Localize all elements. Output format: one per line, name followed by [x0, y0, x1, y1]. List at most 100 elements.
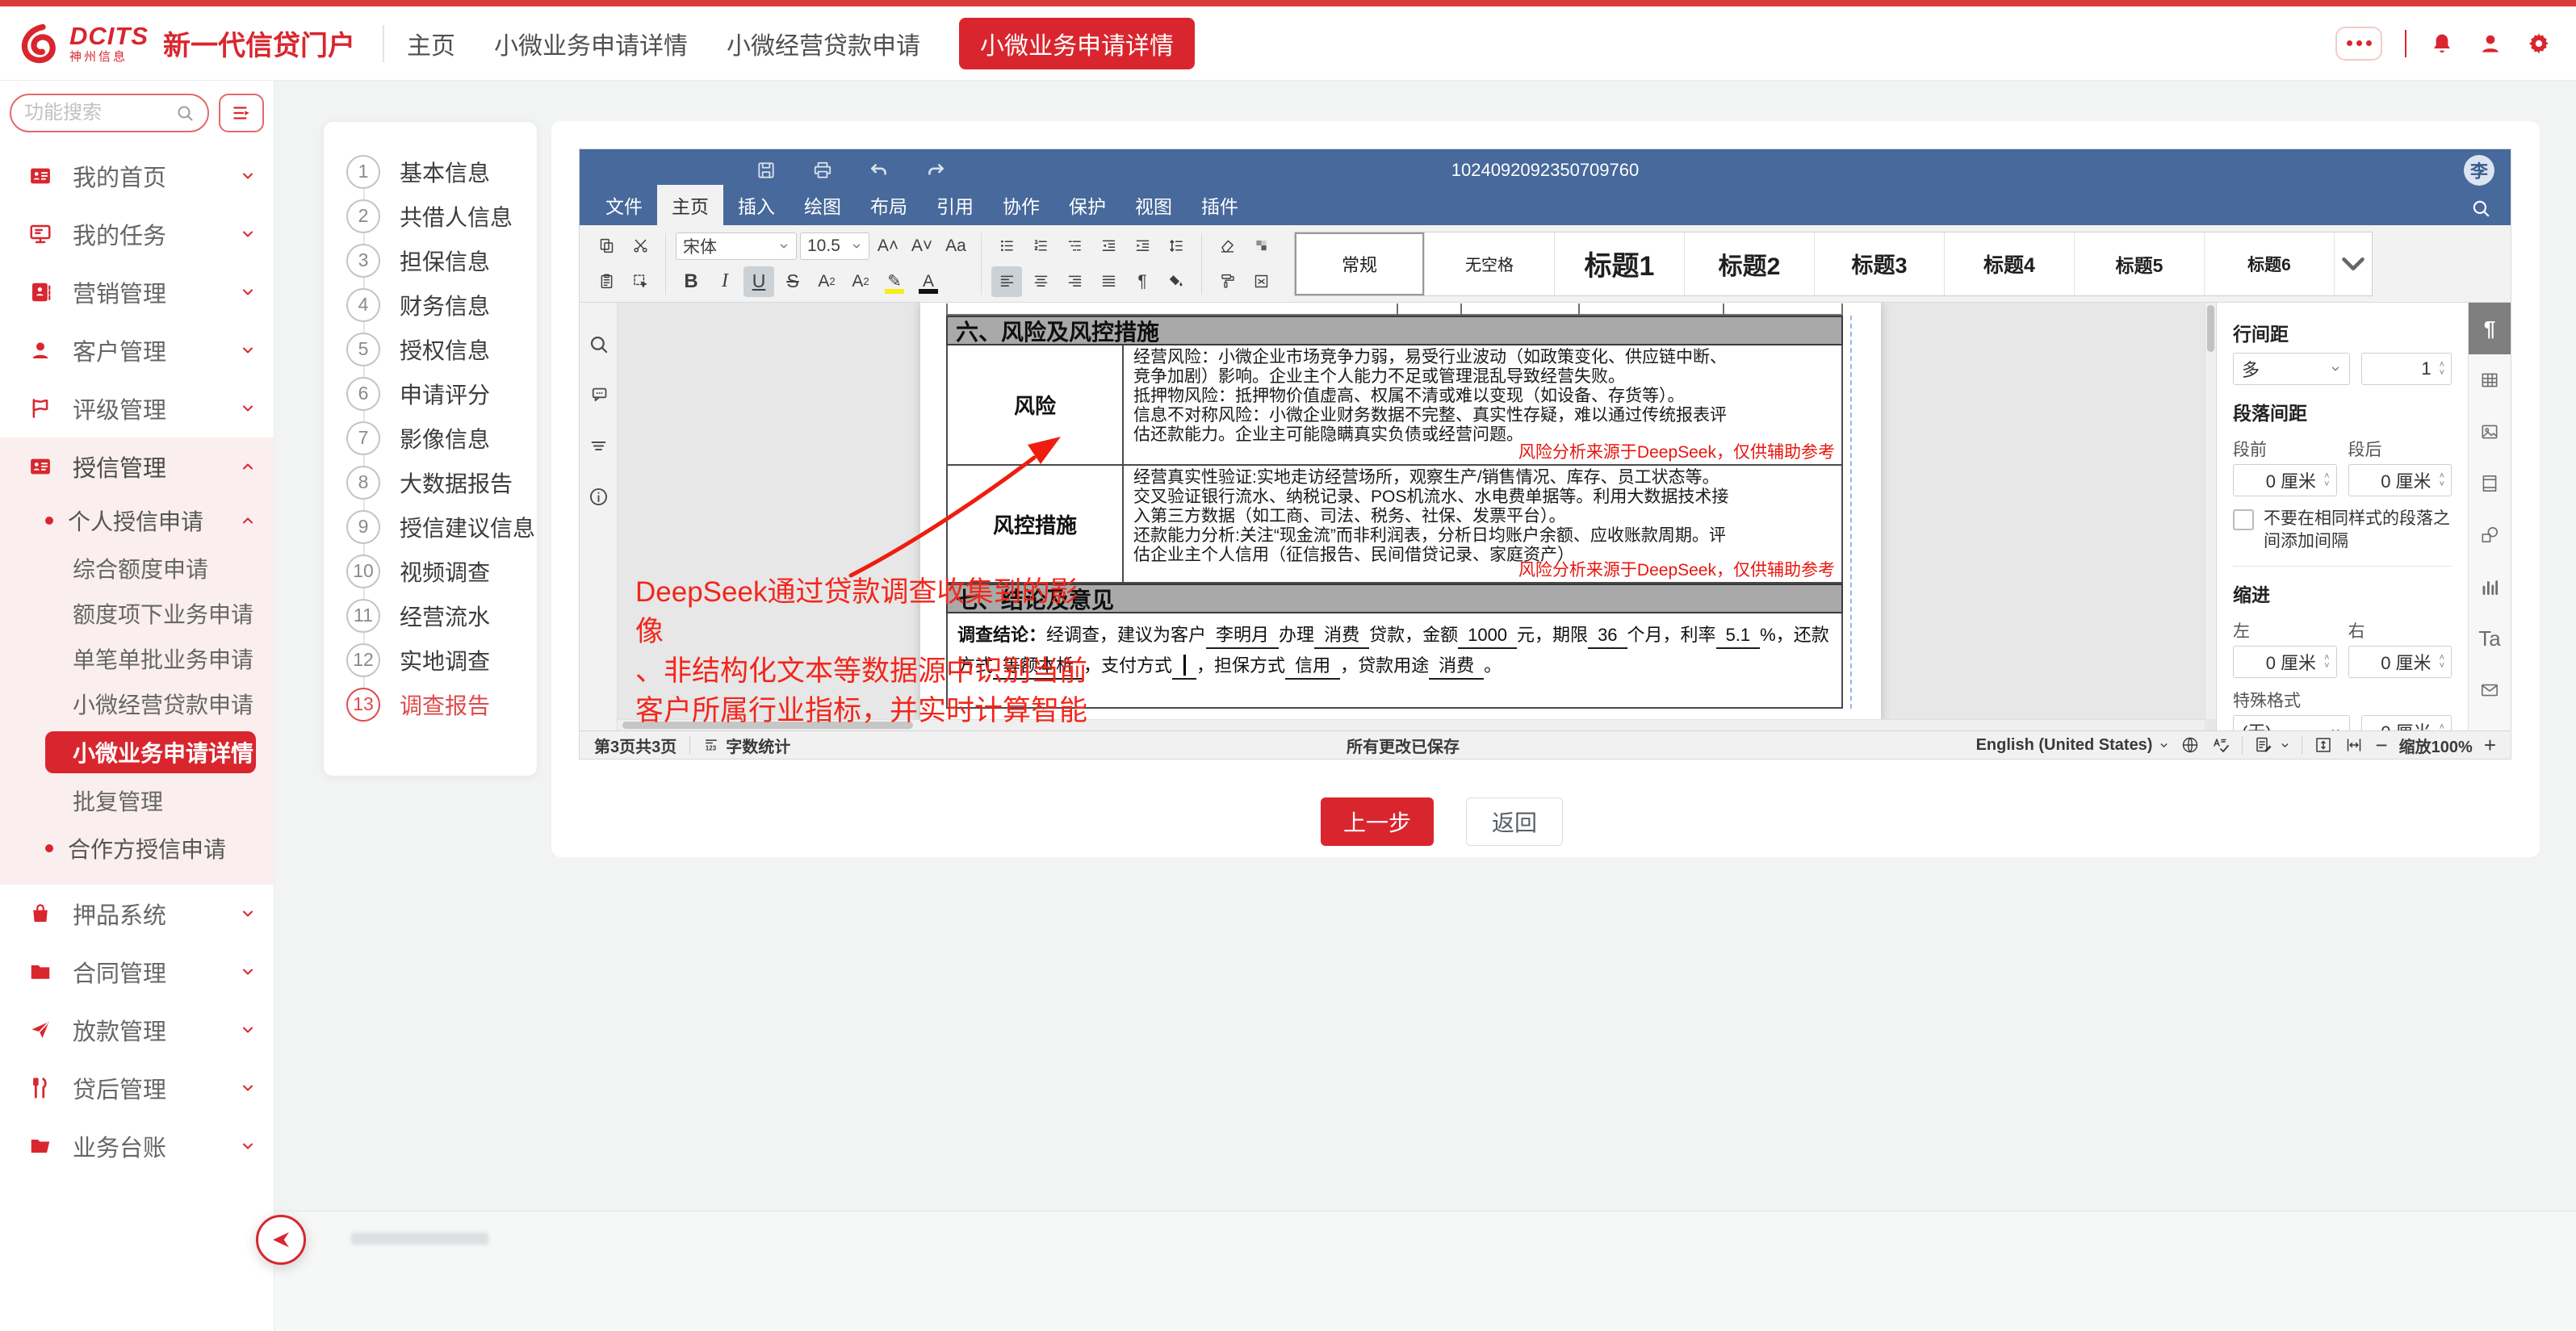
info-icon[interactable]	[588, 486, 609, 508]
print-icon[interactable]	[812, 160, 833, 181]
style-标题3[interactable]: 标题3	[1815, 232, 1945, 295]
line-spacing-icon[interactable]	[1161, 231, 1192, 262]
font-color-button[interactable]: A	[913, 266, 944, 297]
table-panel-icon[interactable]	[2469, 354, 2511, 406]
step-9-授信建议信息[interactable]: 9授信建议信息	[324, 504, 537, 549]
find-icon[interactable]	[588, 333, 609, 355]
spacing-after-stepper[interactable]: 0 厘米˄˅	[2348, 464, 2452, 496]
sidebar-item-评级管理[interactable]: 评级管理	[0, 379, 274, 437]
sidebar-item-我的任务[interactable]: 我的任务	[0, 205, 274, 263]
style-标题1[interactable]: 标题1	[1555, 232, 1685, 295]
editor-search-icon[interactable]	[2470, 198, 2491, 219]
sidebar-item-放款管理[interactable]: 放款管理	[0, 1001, 274, 1059]
tab-3[interactable]: 小微经营贷款申请	[727, 18, 920, 69]
subscript-button[interactable]: A2	[845, 266, 876, 297]
sidebar-subitem-单笔单批业务申请[interactable]: 单笔单批业务申请	[0, 636, 274, 681]
editor-menu-绘图[interactable]: 绘图	[790, 185, 856, 225]
vertical-scrollbar[interactable]	[2205, 303, 2216, 719]
font-size-select[interactable]: 10.5	[800, 232, 869, 260]
image-panel-icon[interactable]	[2469, 406, 2511, 458]
sidebar-subitem-综合额度申请[interactable]: 综合额度申请	[0, 546, 274, 591]
step-2-共借人信息[interactable]: 2共借人信息	[324, 194, 537, 238]
menu-toggle-button[interactable]	[219, 94, 264, 132]
editor-menu-主页[interactable]: 主页	[657, 185, 723, 225]
editor-menu-文件[interactable]: 文件	[591, 185, 657, 225]
step-12-实地调查[interactable]: 12实地调查	[324, 638, 537, 682]
shrink-font-button[interactable]: A˅	[907, 231, 937, 262]
editor-menu-插入[interactable]: 插入	[723, 185, 790, 225]
sidebar-subitem-小微经营贷款申请[interactable]: 小微经营贷款申请	[0, 681, 274, 726]
style-标题4[interactable]: 标题4	[1945, 232, 2075, 295]
paste-icon[interactable]	[591, 266, 622, 297]
bullet-list-icon[interactable]	[991, 231, 1022, 262]
word-count-button[interactable]: 123 字数统计	[703, 734, 790, 757]
sidebar-subitem-额度项下业务申请[interactable]: 额度项下业务申请	[0, 591, 274, 636]
change-case-button[interactable]: Aa	[940, 231, 971, 262]
sidebar-item-我的首页[interactable]: 我的首页	[0, 147, 274, 205]
text-frame-icon[interactable]	[1246, 266, 1276, 297]
step-11-经营流水[interactable]: 11经营流水	[324, 593, 537, 638]
align-left-icon[interactable]	[991, 266, 1022, 297]
line-spacing-select[interactable]: 多	[2233, 353, 2350, 385]
navigation-headings-icon[interactable]	[588, 435, 609, 457]
italic-button[interactable]: I	[710, 266, 740, 297]
sidebar-item-客户管理[interactable]: 客户管理	[0, 321, 274, 379]
decrease-indent-icon[interactable]	[1093, 231, 1124, 262]
step-3-担保信息[interactable]: 3担保信息	[324, 238, 537, 283]
sidebar-subitem-合作方授信申请[interactable]: 合作方授信申请	[0, 823, 274, 873]
cut-icon[interactable]	[625, 231, 656, 262]
special-format-select[interactable]: (无)	[2233, 715, 2350, 730]
shading-bucket-icon[interactable]	[1161, 266, 1192, 297]
style-标题6[interactable]: 标题6	[2205, 232, 2335, 295]
sidebar-item-合同管理[interactable]: 合同管理	[0, 943, 274, 1001]
sidebar-collapse-button[interactable]	[256, 1215, 306, 1265]
notifications-bell-icon[interactable]	[2429, 31, 2455, 57]
copy-icon[interactable]	[591, 231, 622, 262]
step-6-申请评分[interactable]: 6申请评分	[324, 371, 537, 416]
language-globe-icon[interactable]	[2180, 735, 2200, 755]
shapes-panel-icon[interactable]	[2469, 509, 2511, 561]
line-spacing-value-stepper[interactable]: 1 ˄˅	[2361, 353, 2452, 385]
indent-left-stepper[interactable]: 0 厘米˄˅	[2233, 646, 2337, 678]
sidebar-subitem-批复管理[interactable]: 批复管理	[0, 778, 274, 823]
justify-icon[interactable]	[1093, 266, 1124, 297]
strikethrough-button[interactable]: S	[777, 266, 808, 297]
editor-user-avatar[interactable]: 李	[2464, 155, 2494, 186]
editor-menu-引用[interactable]: 引用	[922, 185, 988, 225]
style-标题2[interactable]: 标题2	[1685, 232, 1815, 295]
redo-icon[interactable]	[925, 160, 946, 181]
step-4-财务信息[interactable]: 4财务信息	[324, 283, 537, 327]
measures-row-content[interactable]: 经营真实性验证:实地走访经营场所，观察生产/销售情况、库存、员工状态等。 交叉验…	[1124, 466, 1841, 582]
zoom-out-button[interactable]: −	[2375, 733, 2387, 758]
save-icon[interactable]	[756, 160, 777, 181]
editing-mode-button[interactable]	[2254, 735, 2290, 755]
fit-width-icon[interactable]	[2344, 735, 2364, 755]
grow-font-button[interactable]: A˄	[873, 231, 903, 262]
superscript-button[interactable]: A2	[811, 266, 842, 297]
style-无空格[interactable]: 无空格	[1425, 232, 1555, 295]
color-scheme-icon[interactable]	[1246, 231, 1276, 262]
step-1-基本信息[interactable]: 1基本信息	[324, 149, 537, 194]
editor-menu-插件[interactable]: 插件	[1187, 185, 1253, 225]
language-selector[interactable]: English (United States)	[1976, 736, 2170, 755]
sidebar-item-押品系统[interactable]: 押品系统	[0, 885, 274, 943]
step-5-授权信息[interactable]: 5授权信息	[324, 327, 537, 371]
align-right-icon[interactable]	[1059, 266, 1090, 297]
spellcheck-icon[interactable]	[2211, 735, 2230, 755]
highlight-button[interactable]: ✎	[879, 266, 910, 297]
spacing-before-stepper[interactable]: 0 厘米˄˅	[2233, 464, 2337, 496]
undo-icon[interactable]	[869, 160, 890, 181]
sidebar-item-业务台账[interactable]: 业务台账	[0, 1117, 274, 1175]
pilcrow-button[interactable]: ¶	[1127, 266, 1158, 297]
fit-page-icon[interactable]	[2314, 735, 2333, 755]
editor-menu-保护[interactable]: 保护	[1054, 185, 1120, 225]
styles-gallery-expand-icon[interactable]	[2335, 232, 2372, 295]
paragraph-panel-icon[interactable]: ¶	[2469, 303, 2511, 354]
comments-icon[interactable]	[588, 384, 609, 406]
search-input[interactable]	[24, 102, 175, 124]
previous-step-button[interactable]: 上一步	[1321, 797, 1434, 846]
style-标题5[interactable]: 标题5	[2075, 232, 2205, 295]
zoom-in-button[interactable]: +	[2484, 733, 2496, 758]
header-footer-panel-icon[interactable]	[2469, 458, 2511, 509]
settings-gear-icon[interactable]	[2526, 31, 2552, 57]
